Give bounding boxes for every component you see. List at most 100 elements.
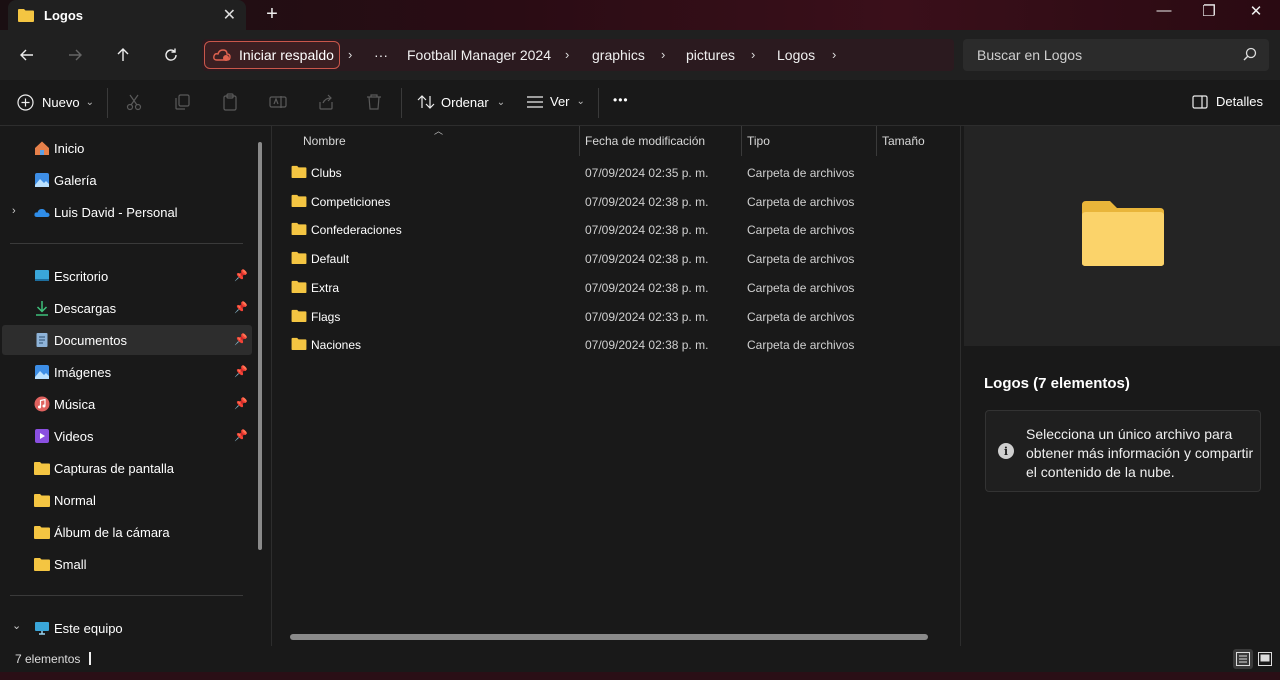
column-name-label: Nombre <box>303 134 346 148</box>
breadcrumb-pictures[interactable]: pictures <box>686 47 735 63</box>
horizontal-scrollbar[interactable] <box>290 634 928 640</box>
new-button[interactable]: Nuevo ⌄ <box>17 94 94 111</box>
sidebar-item-label: Imágenes <box>54 364 112 380</box>
plus-circle-icon <box>17 94 34 111</box>
maximize-button[interactable]: ❐ <box>1186 2 1232 20</box>
file-name: Extra <box>311 280 340 295</box>
pin-icon[interactable]: 📌 <box>234 269 248 282</box>
file-row[interactable]: Clubs 07/09/2024 02:35 p. m. Carpeta de ar… <box>286 159 946 187</box>
sidebar-item-onedrive[interactable]: › Luis David - Personal <box>2 197 252 227</box>
breadcrumb-separator[interactable]: › <box>751 47 755 62</box>
forward-button[interactable] <box>62 43 88 67</box>
sidebar-item-escritorio[interactable]: Escritorio 📌 <box>2 261 252 291</box>
pictures-icon <box>35 365 49 379</box>
sidebar-item-inicio[interactable]: Inicio <box>2 133 252 163</box>
sidebar-scrollbar[interactable] <box>258 142 262 550</box>
sidebar-item-label: Normal <box>54 492 96 508</box>
column-size-label: Tamaño <box>882 134 925 148</box>
sidebar-item-small[interactable]: Small <box>2 549 252 579</box>
sidebar-item-documentos[interactable]: Documentos 📌 <box>2 325 252 355</box>
column-header-size[interactable]: Tamaño <box>882 126 925 156</box>
view-button[interactable]: Ver ⌄ <box>526 94 585 109</box>
more-options-button[interactable]: ••• <box>613 93 629 107</box>
sidebar-item-capturas[interactable]: Capturas de pantalla <box>2 453 252 483</box>
folder-icon <box>291 223 307 236</box>
downloads-icon <box>36 301 48 316</box>
sidebar-item-descargas[interactable]: Descargas 📌 <box>2 293 252 323</box>
breadcrumb-logos[interactable]: Logos <box>777 47 815 63</box>
file-modified: 07/09/2024 02:38 p. m. <box>585 338 709 353</box>
view-list-icon <box>527 95 543 108</box>
search-icon <box>1243 47 1257 61</box>
column-divider[interactable] <box>741 126 742 156</box>
file-row[interactable]: Competiciones 07/09/2024 02:38 p. m. Carpe… <box>286 188 946 216</box>
pin-icon[interactable]: 📌 <box>234 333 248 346</box>
navigation-pane: Inicio Galería › Luis David - Personal E… <box>0 126 270 646</box>
file-row[interactable]: Flags 07/09/2024 02:33 p. m. Carpeta de ar… <box>286 303 946 331</box>
details-pane-button[interactable]: Detalles <box>1192 94 1263 109</box>
cut-icon[interactable] <box>125 93 143 111</box>
item-count: 7 elementos <box>15 652 81 666</box>
breadcrumb-separator[interactable]: › <box>661 47 665 62</box>
pin-icon[interactable]: 📌 <box>234 301 248 314</box>
pin-icon[interactable]: 📌 <box>234 429 248 442</box>
tab-close-button[interactable]: ✕ <box>223 5 236 25</box>
share-icon[interactable] <box>317 93 335 111</box>
breadcrumb-graphics[interactable]: graphics <box>592 47 645 63</box>
column-divider[interactable] <box>579 126 580 156</box>
column-header-type[interactable]: Tipo <box>747 126 770 156</box>
sidebar-item-normal[interactable]: Normal <box>2 485 252 515</box>
file-type: Carpeta de archivos <box>747 166 855 180</box>
file-row[interactable]: Confederaciones 07/09/2024 02:38 p. m. Car… <box>286 216 946 244</box>
rename-icon[interactable] <box>269 93 287 111</box>
sidebar-item-videos[interactable]: Videos 📌 <box>2 421 252 451</box>
pin-icon[interactable]: 📌 <box>234 365 248 378</box>
column-header-modified[interactable]: Fecha de modificación <box>585 126 705 156</box>
sidebar-item-label: Música <box>54 396 96 412</box>
breadcrumb-football-manager[interactable]: Football Manager 2024 <box>407 47 551 63</box>
column-divider[interactable] <box>876 126 877 156</box>
column-header-name[interactable]: Nombre <box>303 126 346 156</box>
search-box[interactable]: Buscar en Logos <box>963 39 1269 71</box>
breadcrumb-separator[interactable]: › <box>565 47 569 62</box>
paste-icon[interactable] <box>221 93 239 111</box>
tiles-view-button[interactable] <box>1255 649 1275 669</box>
refresh-button[interactable] <box>158 43 184 67</box>
sidebar-item-label: Este equipo <box>54 620 123 636</box>
new-tab-button[interactable]: + <box>262 3 282 26</box>
up-button[interactable] <box>110 43 136 67</box>
folder-icon <box>18 9 34 22</box>
pin-icon[interactable]: 📌 <box>234 397 248 410</box>
close-window-button[interactable]: ✕ <box>1233 2 1279 20</box>
chevron-down-icon[interactable]: ⌄ <box>12 619 21 632</box>
sidebar-item-album[interactable]: Álbum de la cámara <box>2 517 252 547</box>
sidebar-item-label: Inicio <box>54 140 85 156</box>
arrow-right-icon <box>69 49 82 61</box>
back-button[interactable] <box>14 43 40 67</box>
breadcrumb-overflow-button[interactable]: ··· <box>374 47 388 63</box>
tab-title: Logos <box>44 7 83 23</box>
chevron-right-icon[interactable]: › <box>12 205 16 217</box>
details-view-button[interactable] <box>1233 649 1253 669</box>
start-backup-button[interactable]: Iniciar respaldo <box>204 41 340 69</box>
search-input[interactable]: Buscar en Logos <box>977 47 1082 63</box>
cloud-backup-icon <box>213 49 231 61</box>
sidebar-item-este-equipo[interactable]: ⌄ Este equipo <box>2 613 252 643</box>
sidebar-item-galeria[interactable]: Galería <box>2 165 252 195</box>
folder-icon <box>291 252 307 265</box>
breadcrumb-separator[interactable]: › <box>832 47 836 62</box>
sidebar-item-imagenes[interactable]: Imágenes 📌 <box>2 357 252 387</box>
taskbar-strip <box>0 672 1280 680</box>
file-row[interactable]: Extra 07/09/2024 02:38 p. m. Carpeta de ar… <box>286 274 946 302</box>
minimize-button[interactable]: — <box>1141 2 1187 19</box>
address-bar[interactable]: Iniciar respaldo › ··· Football Manager … <box>202 39 954 71</box>
file-row[interactable]: Naciones 07/09/2024 02:38 p. m. Carpeta de… <box>286 331 946 359</box>
desktop-icon <box>35 270 49 281</box>
sidebar-item-musica[interactable]: Música 📌 <box>2 389 252 419</box>
copy-icon[interactable] <box>173 93 191 111</box>
file-row[interactable]: Default 07/09/2024 02:38 p. m. Carpeta de … <box>286 245 946 273</box>
tab-logos[interactable]: Logos ✕ <box>8 0 246 30</box>
videos-icon <box>35 429 49 443</box>
delete-icon[interactable] <box>365 93 383 111</box>
sort-button[interactable]: Ordenar ⌄ <box>417 94 505 110</box>
